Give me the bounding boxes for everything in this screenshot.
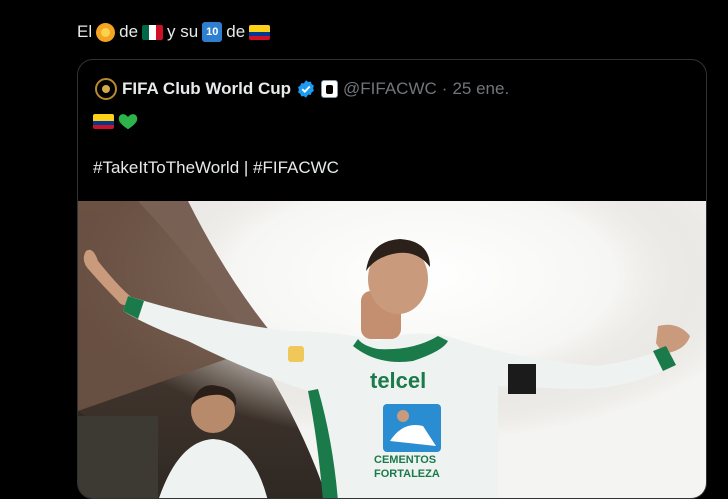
jersey-sponsor-cementos: CEMENTOS — [374, 454, 436, 466]
quoted-tweet-header: FIFA Club World Cup @FIFACWC · 25 ene. — [95, 78, 509, 100]
colombia-flag-icon — [93, 113, 114, 129]
verified-badge-icon — [298, 80, 314, 98]
mexico-flag-icon — [142, 24, 164, 40]
quoted-hashtags: #TakeItToTheWorld | #FIFACWC — [93, 158, 339, 177]
colombia-flag-icon — [249, 24, 271, 40]
keycap-ten-icon: 10 — [202, 22, 223, 42]
affiliate-badge-icon — [321, 80, 339, 98]
quoted-media-image[interactable]: telcel CEMENTOS FORTALEZA — [78, 201, 706, 498]
tweet-word-de: de — [119, 22, 139, 41]
lion-emoji-icon — [96, 22, 116, 42]
jersey-sponsor-fortaleza: FORTALEZA — [374, 468, 440, 480]
quoted-date[interactable]: 25 ene. — [452, 79, 509, 99]
quoted-tweet[interactable]: FIFA Club World Cup @FIFACWC · 25 ene. #… — [77, 59, 707, 499]
jersey-sponsor-telcel: telcel — [370, 368, 426, 393]
tweet-word-el: El — [77, 22, 93, 41]
tweet-text: El de y su 10 de — [77, 21, 271, 43]
quoted-emoji-line — [93, 110, 139, 132]
avatar[interactable] — [95, 78, 117, 100]
green-heart-icon — [118, 114, 138, 130]
separator-dot: · — [441, 79, 448, 98]
tweet-word-de-2: de — [226, 22, 246, 41]
quoted-author-name[interactable]: FIFA Club World Cup — [122, 79, 291, 99]
quoted-author-handle[interactable]: @FIFACWC — [343, 79, 437, 99]
player-photo: telcel CEMENTOS FORTALEZA — [78, 201, 706, 498]
tweet-word-ysu: y su — [167, 22, 199, 41]
